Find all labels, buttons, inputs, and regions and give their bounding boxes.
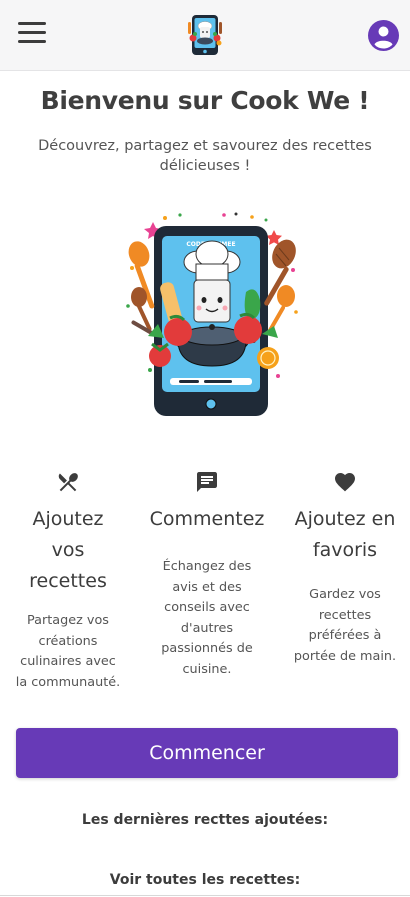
start-button[interactable]: Commencer — [16, 728, 398, 778]
app-logo[interactable] — [186, 12, 224, 58]
hamburger-icon[interactable] — [18, 22, 46, 48]
feature-text-line: Échangez des — [162, 559, 252, 574]
utensils-icon — [58, 473, 78, 492]
account-circle-icon[interactable] — [368, 20, 399, 51]
feature-text-line: Partagez vos — [27, 613, 109, 628]
feature-text-line: la communauté. — [15, 674, 121, 690]
chef-phone-illustration: CODETONIMEE — [126, 212, 298, 416]
feature-title-line: Commentez — [149, 508, 265, 530]
feature-text-line: recettes — [318, 607, 372, 623]
feature-title-line: Ajoutez en — [294, 508, 396, 530]
feature-title-line: recettes — [29, 570, 107, 592]
feature-text-line: d'autres — [180, 620, 234, 636]
feature-title-line: Ajoutez — [32, 508, 104, 530]
feature-comment: Commentez Échangez des avis et des conse… — [142, 470, 272, 680]
latest-recipes-title: Les dernières recttes ajoutées: — [81, 812, 329, 828]
feature-title-line: vos — [51, 539, 85, 561]
feature-text-line: passionnés de — [161, 641, 253, 656]
heart-icon — [335, 473, 355, 492]
feature-text-line: cuisine. — [182, 661, 232, 677]
feature-text-line: culinaires avec — [20, 654, 116, 669]
divider — [0, 895, 410, 896]
feature-favorites: Ajoutez en favoris Gardez vos recettes p… — [280, 470, 410, 667]
feature-text-line: portée de main. — [293, 648, 397, 664]
feature-text-line: préférées à — [308, 628, 382, 643]
feature-text-line: créations — [38, 633, 98, 649]
page-subtitle: Découvrez, partagez et savourez des rece… — [38, 138, 372, 174]
feature-title-line: favoris — [312, 539, 378, 561]
feature-text-line: conseils avec — [164, 600, 250, 615]
top-app-bar — [0, 0, 410, 71]
page-title: Bienvenu sur Cook We ! — [40, 86, 370, 115]
comment-icon — [197, 472, 217, 492]
feature-text-line: avis et des — [172, 579, 242, 595]
feature-text-line: Gardez vos — [309, 587, 381, 602]
feature-add-recipes: Ajoutez vos recettes Partagez vos créati… — [3, 470, 133, 693]
see-all-recipes-link[interactable]: Voir toutes les recettes: — [0, 872, 410, 888]
